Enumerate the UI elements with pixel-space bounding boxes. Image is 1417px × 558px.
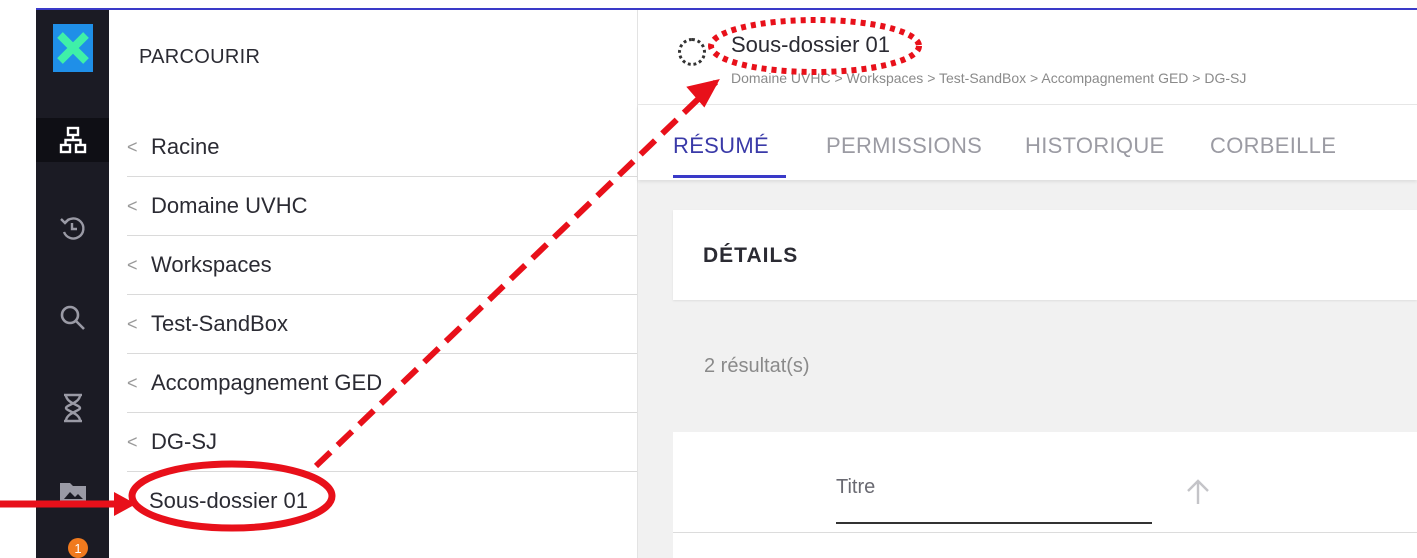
search-icon[interactable] (36, 296, 109, 340)
tab-bar: RÉSUMÉ PERMISSIONS HISTORIQUE CORBEILLE (638, 105, 1417, 180)
active-tab-indicator (673, 175, 786, 178)
tree-item-workspaces[interactable]: < Workspaces (127, 236, 637, 295)
tree-item-accompagnement-ged[interactable]: < Accompagnement GED (127, 354, 637, 413)
browse-tree-icon[interactable] (36, 118, 109, 162)
main-content: Sous-dossier 01 Domaine UVHC > Workspace… (638, 10, 1417, 558)
results-count: 2 résultat(s) (704, 355, 810, 377)
notification-badge[interactable]: 1 (68, 538, 88, 558)
tree-item-label: Test-SandBox (151, 311, 288, 336)
table-row-separator (673, 532, 1417, 533)
tree-item-label: Racine (151, 134, 220, 159)
document-title: Sous-dossier 01 (731, 32, 890, 57)
tree-item-label: Accompagnement GED (151, 370, 383, 395)
browse-tree: < Racine < Domaine UVHC < Workspaces < Test-… (127, 118, 637, 530)
chevron-left-icon: < (127, 254, 138, 275)
tab-permissions[interactable]: PERMISSIONS (826, 133, 982, 159)
logo-x-icon (52, 24, 93, 72)
tree-item-label: Workspaces (151, 252, 272, 277)
history-icon[interactable] (36, 206, 109, 250)
chevron-left-icon: < (127, 313, 138, 334)
tab-resume[interactable]: RÉSUMÉ (673, 133, 769, 159)
folder-loading-icon (678, 38, 706, 66)
details-card: DÉTAILS (673, 210, 1417, 300)
tree-item-current[interactable]: Sous-dossier 01 (127, 472, 637, 530)
hourglass-icon[interactable] (36, 386, 109, 430)
tree-item-current-label: Sous-dossier 01 (149, 488, 308, 513)
column-filter-underline (836, 522, 1152, 524)
icon-sidebar (36, 10, 109, 558)
chevron-left-icon: < (127, 195, 138, 216)
browse-panel: PARCOURIR < Racine < Domaine UVHC < Workspa… (109, 10, 638, 558)
tree-item-label: DG-SJ (151, 429, 217, 454)
details-heading: DÉTAILS (703, 244, 799, 267)
sort-arrow-up-icon[interactable] (1185, 478, 1211, 511)
tree-item-dg-sj[interactable]: < DG-SJ (127, 413, 637, 472)
chevron-left-icon: < (127, 136, 138, 157)
column-header-titre[interactable]: Titre (836, 476, 875, 499)
tab-corbeille[interactable]: CORBEILLE (1210, 133, 1336, 159)
tree-item-racine[interactable]: < Racine (127, 118, 637, 177)
browse-title: PARCOURIR (139, 46, 261, 68)
tree-item-domaine-uvhc[interactable]: < Domaine UVHC (127, 177, 637, 236)
results-table: Titre (673, 432, 1417, 558)
document-header: Sous-dossier 01 Domaine UVHC > Workspace… (638, 10, 1417, 105)
chevron-left-icon: < (127, 372, 138, 393)
tree-item-label: Domaine UVHC (151, 193, 308, 218)
folder-images-icon[interactable] (36, 470, 109, 514)
breadcrumb[interactable]: Domaine UVHC > Workspaces > Test-SandBox… (731, 70, 1246, 86)
chevron-left-icon: < (127, 431, 138, 452)
tab-historique[interactable]: HISTORIQUE (1025, 133, 1165, 159)
tree-item-test-sandbox[interactable]: < Test-SandBox (127, 295, 637, 354)
app-logo[interactable] (36, 24, 109, 72)
